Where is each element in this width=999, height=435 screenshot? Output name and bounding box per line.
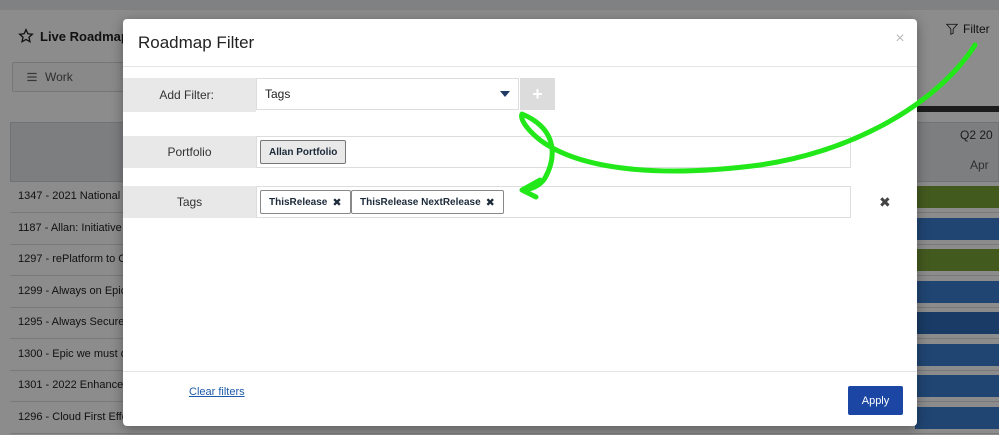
filter-chip-label: Allan Portfolio: [269, 146, 338, 158]
filter-row-portfolio: Portfolio Allan Portfolio: [123, 136, 851, 168]
dialog-header: Roadmap Filter ×: [123, 19, 917, 67]
dialog-footer: Clear filters Apply: [123, 371, 917, 427]
filter-chip-thisrelease-nextrelease[interactable]: ThisRelease NextRelease ✖: [351, 190, 504, 214]
close-icon[interactable]: ×: [892, 31, 908, 47]
filter-chip-label: ThisRelease: [269, 196, 328, 208]
filter-row-tags: Tags ThisRelease ✖ ThisRelease NextRelea…: [123, 186, 891, 218]
filter-chip-thisrelease[interactable]: ThisRelease ✖: [260, 190, 351, 214]
remove-filter-icon[interactable]: ✖: [879, 194, 891, 211]
add-filter-button[interactable]: +: [520, 78, 555, 110]
filter-label-portfolio: Portfolio: [123, 136, 256, 168]
filter-chip-label: ThisRelease NextRelease: [360, 196, 481, 208]
chip-remove-icon[interactable]: ✖: [332, 196, 341, 209]
filter-values-tags[interactable]: ThisRelease ✖ ThisRelease NextRelease ✖: [256, 186, 851, 218]
chip-remove-icon[interactable]: ✖: [486, 196, 495, 209]
filter-label-tags: Tags: [123, 186, 256, 218]
filter-values-portfolio[interactable]: Allan Portfolio: [256, 136, 851, 168]
add-filter-selected-value: Tags: [265, 87, 291, 101]
add-filter-select[interactable]: Tags: [256, 78, 519, 110]
apply-button[interactable]: Apply: [848, 386, 903, 415]
add-filter-row: Add Filter: Tags +: [123, 78, 556, 112]
clear-filters-link[interactable]: Clear filters: [189, 386, 245, 398]
filter-chip-portfolio[interactable]: Allan Portfolio: [260, 140, 347, 164]
dialog-title: Roadmap Filter: [138, 33, 255, 52]
roadmap-filter-dialog: Roadmap Filter × Add Filter: Tags + Port…: [123, 19, 917, 426]
caret-down-icon: [500, 91, 510, 97]
add-filter-label: Add Filter:: [123, 78, 256, 112]
